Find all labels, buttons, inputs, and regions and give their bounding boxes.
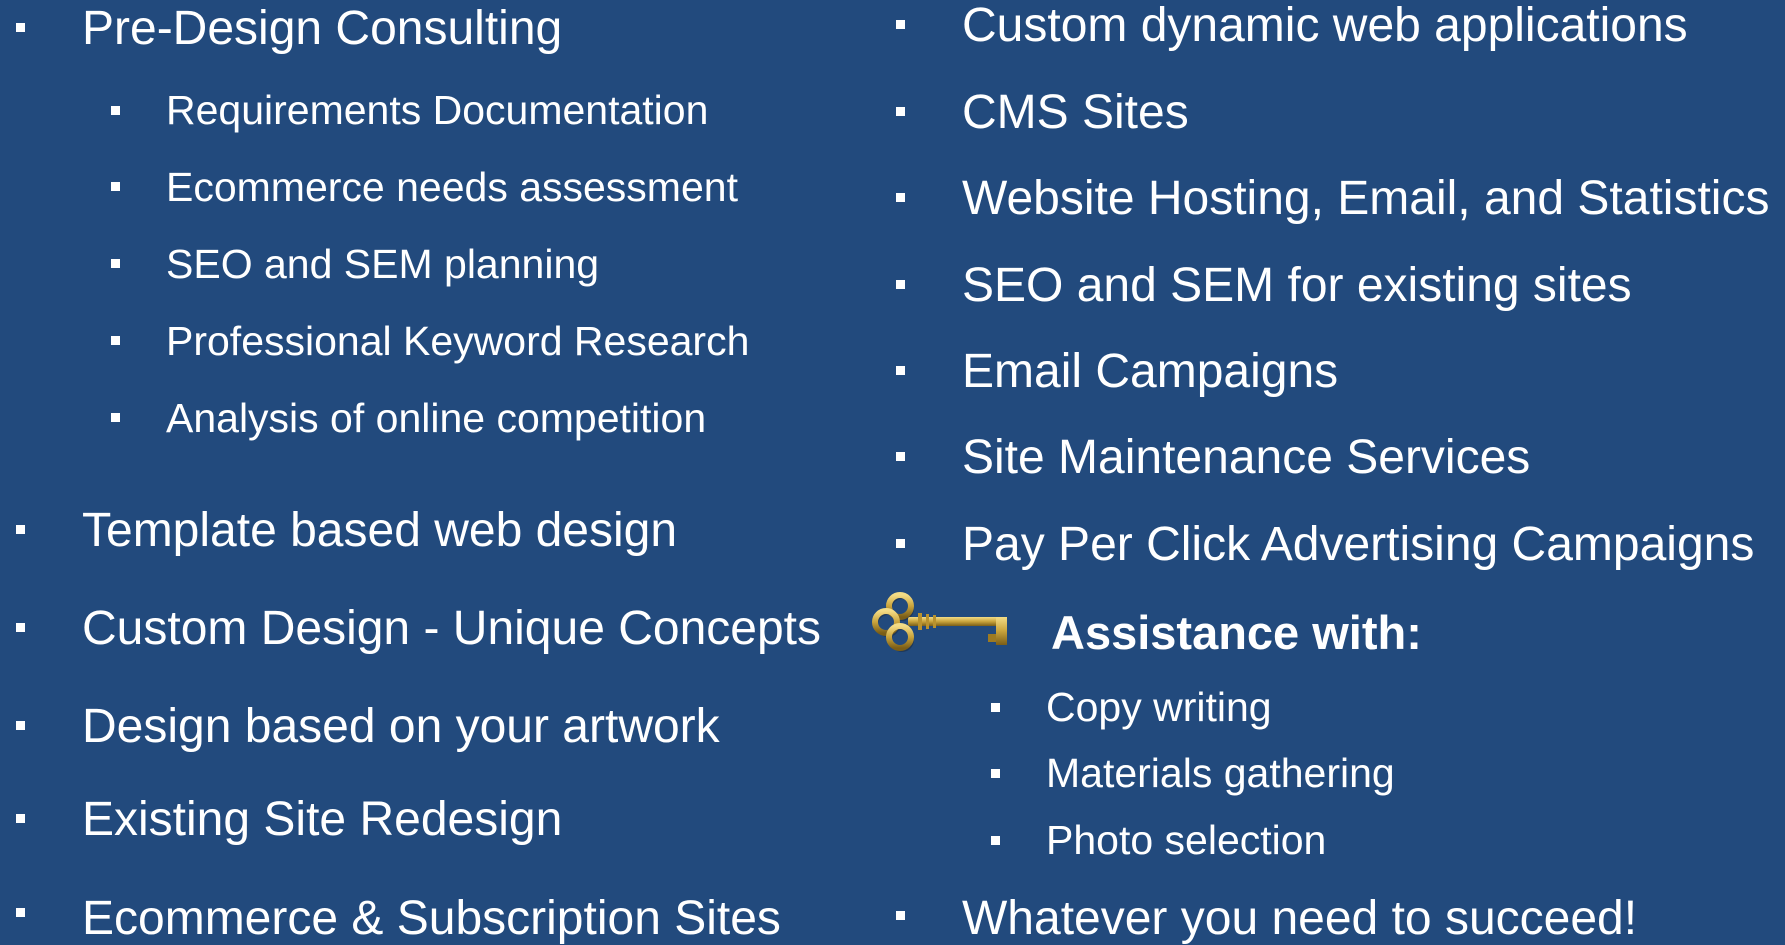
list-item: Website Hosting, Email, and Statistics [962, 172, 1770, 225]
square-bullet-icon [991, 703, 1000, 712]
square-bullet-icon [896, 539, 905, 548]
square-bullet-icon [896, 280, 905, 289]
sub-list-item: Ecommerce needs assessment [166, 164, 738, 210]
list-item: SEO and SEM for existing sites [962, 259, 1632, 312]
list-item: Whatever you need to succeed! [962, 892, 1638, 945]
sub-list-item: SEO and SEM planning [166, 241, 600, 287]
square-bullet-icon [111, 106, 120, 115]
list-item: CMS Sites [962, 86, 1189, 139]
square-bullet-icon [16, 814, 25, 823]
list-item: Custom Design - Unique Concepts [82, 602, 822, 655]
square-bullet-icon [896, 107, 905, 116]
key-icon [872, 592, 1007, 652]
sub-list-item: Analysis of online competition [166, 395, 707, 441]
square-bullet-icon [991, 769, 1000, 778]
list-item: Pay Per Click Advertising Campaigns [962, 518, 1755, 571]
square-bullet-icon [111, 336, 120, 345]
square-bullet-icon [896, 366, 905, 375]
square-bullet-icon [896, 193, 905, 202]
list-item: Custom dynamic web applications [962, 0, 1688, 52]
square-bullet-icon [111, 259, 120, 268]
square-bullet-icon [896, 911, 905, 920]
square-bullet-icon [16, 721, 25, 730]
list-item: Email Campaigns [962, 345, 1339, 398]
square-bullet-icon [111, 413, 120, 422]
square-bullet-icon [16, 908, 25, 917]
square-bullet-icon [991, 836, 1000, 845]
sub-list-item: Photo selection [1046, 817, 1327, 863]
square-bullet-icon [896, 20, 905, 29]
square-bullet-icon [16, 623, 25, 632]
list-item: Design based on your artwork [82, 700, 720, 753]
sub-list-item: Professional Keyword Research [166, 318, 750, 364]
square-bullet-icon [16, 23, 25, 32]
sub-list-item: Requirements Documentation [166, 87, 709, 133]
list-item: Pre-Design Consulting [82, 2, 563, 55]
list-item: Existing Site Redesign [82, 793, 563, 846]
square-bullet-icon [16, 525, 25, 534]
assistance-heading: Assistance with: [1051, 606, 1422, 659]
list-item: Ecommerce & Subscription Sites [82, 892, 781, 945]
sub-list-item: Materials gathering [1046, 750, 1395, 796]
list-item: Site Maintenance Services [962, 431, 1531, 484]
square-bullet-icon [896, 452, 905, 461]
sub-list-item: Copy writing [1046, 684, 1272, 730]
list-item: Template based web design [82, 504, 678, 557]
square-bullet-icon [111, 182, 120, 191]
